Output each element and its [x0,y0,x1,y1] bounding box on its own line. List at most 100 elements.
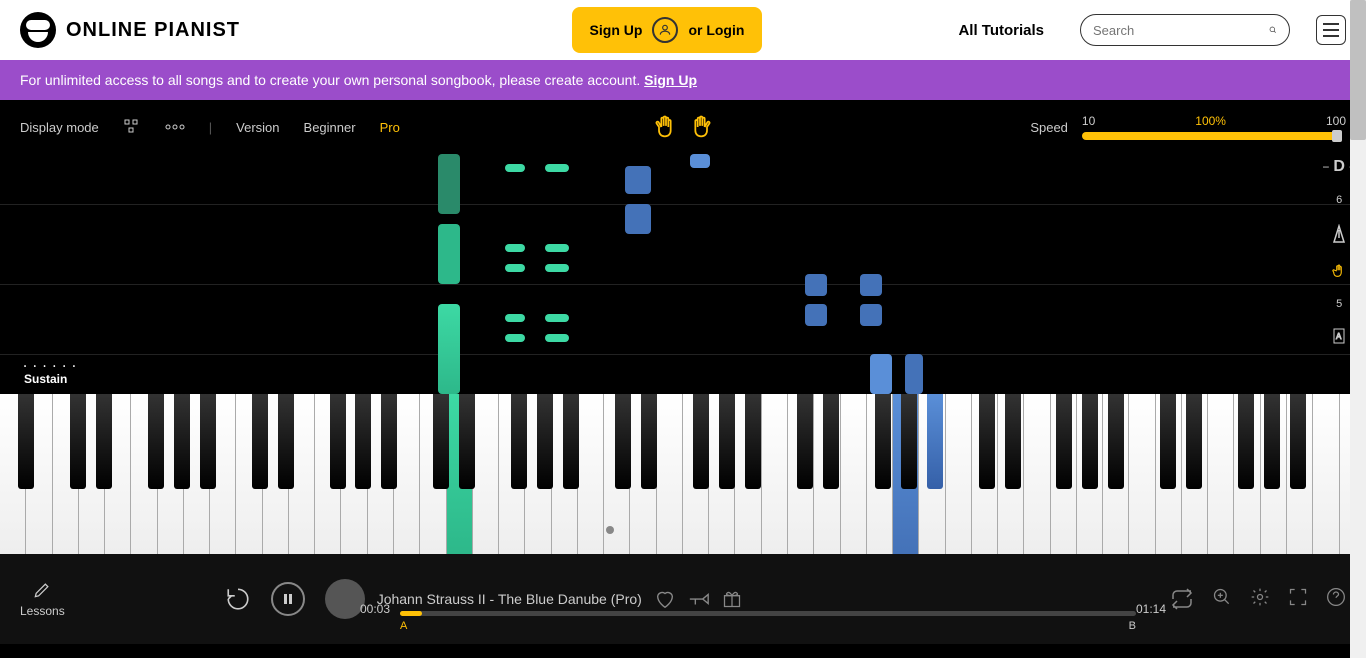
falling-note [805,274,827,296]
white-key[interactable] [762,394,788,554]
marker-icon[interactable]: A [1332,328,1346,344]
version-beginner[interactable]: Beginner [304,120,356,135]
auth-box[interactable]: Sign Up or Login [572,7,763,53]
speed-max: 100 [1326,114,1346,128]
zoom-icon[interactable] [1212,587,1232,607]
white-key[interactable] [814,394,840,554]
version-label: Version [236,120,279,135]
white-key[interactable] [525,394,551,554]
metronome-icon[interactable] [1331,224,1347,244]
white-key[interactable] [1208,394,1234,554]
falling-note [505,314,525,322]
white-key[interactable] [1129,394,1155,554]
left-hand-icon[interactable] [652,113,680,141]
white-key[interactable] [341,394,367,554]
banner-signup-link[interactable]: Sign Up [644,72,697,88]
display-mode-1-icon[interactable] [123,118,141,136]
white-key[interactable] [683,394,709,554]
white-key[interactable] [79,394,105,554]
login-link[interactable]: or Login [688,22,744,38]
white-key[interactable] [998,394,1024,554]
white-key[interactable] [499,394,525,554]
falling-note [545,164,569,172]
white-key[interactable] [788,394,814,554]
search-input[interactable] [1093,23,1269,38]
white-key[interactable] [1051,394,1077,554]
search-icon[interactable] [1269,21,1277,39]
white-key[interactable] [657,394,683,554]
fullscreen-icon[interactable] [1288,587,1308,607]
white-key[interactable] [972,394,998,554]
white-key[interactable] [1077,394,1103,554]
speed-slider[interactable] [1082,132,1342,140]
signup-link[interactable]: Sign Up [590,22,643,38]
piano-keyboard[interactable] [0,394,1366,554]
white-key[interactable] [1024,394,1050,554]
rewind-button[interactable] [225,586,251,612]
falling-note [545,334,569,342]
right-hand-icon[interactable] [686,113,714,141]
white-key[interactable] [105,394,131,554]
white-key[interactable] [131,394,157,554]
progress-bar[interactable] [400,611,1136,616]
help-icon[interactable] [1326,587,1346,607]
white-key[interactable] [1156,394,1182,554]
white-key[interactable] [709,394,735,554]
falling-note [870,354,892,394]
white-key[interactable] [315,394,341,554]
white-key[interactable] [1182,394,1208,554]
falling-note [545,264,569,272]
white-key[interactable] [447,394,473,554]
white-key[interactable] [867,394,893,554]
white-key[interactable] [919,394,945,554]
settings-icon[interactable] [1250,587,1270,607]
white-key[interactable] [158,394,184,554]
loop-icon[interactable] [1170,587,1194,611]
search-box[interactable] [1080,14,1290,46]
falling-note [505,244,525,252]
white-key[interactable] [946,394,972,554]
falling-note [860,274,882,296]
version-pro[interactable]: Pro [380,120,400,135]
menu-button[interactable] [1316,15,1346,45]
white-key[interactable] [263,394,289,554]
pause-button[interactable] [271,582,305,616]
display-mode-2-icon[interactable] [165,121,185,133]
white-key[interactable] [1261,394,1287,554]
speed-label: Speed [1030,120,1068,135]
time-current: 00:03 [360,602,390,616]
falling-note [505,334,525,342]
favorite-icon[interactable] [654,588,676,610]
white-key[interactable] [0,394,26,554]
falling-note [805,304,827,326]
white-key[interactable] [578,394,604,554]
white-key[interactable] [26,394,52,554]
white-key[interactable] [735,394,761,554]
time-total: 01:14 [1136,602,1166,616]
white-key[interactable] [893,394,919,554]
lessons-button[interactable]: Lessons [20,580,65,618]
gift-icon[interactable] [722,589,742,609]
white-key[interactable] [236,394,262,554]
white-key[interactable] [420,394,446,554]
white-key[interactable] [1234,394,1260,554]
white-key[interactable] [630,394,656,554]
brand-logo[interactable]: ONLINE PIANIST [20,12,240,48]
white-key[interactable] [552,394,578,554]
white-key[interactable] [210,394,236,554]
white-key[interactable] [289,394,315,554]
white-key[interactable] [394,394,420,554]
white-key[interactable] [841,394,867,554]
white-key[interactable] [473,394,499,554]
white-key[interactable] [1287,394,1313,554]
tutorials-link[interactable]: All Tutorials [958,22,1044,39]
white-key[interactable] [1103,394,1129,554]
white-key[interactable] [184,394,210,554]
scrollbar[interactable] [1350,0,1366,658]
falling-note [438,154,460,214]
white-key[interactable] [1313,394,1339,554]
hand-cursor-icon[interactable] [1330,262,1348,280]
trumpet-icon[interactable] [688,590,710,608]
white-key[interactable] [368,394,394,554]
white-key[interactable] [53,394,79,554]
